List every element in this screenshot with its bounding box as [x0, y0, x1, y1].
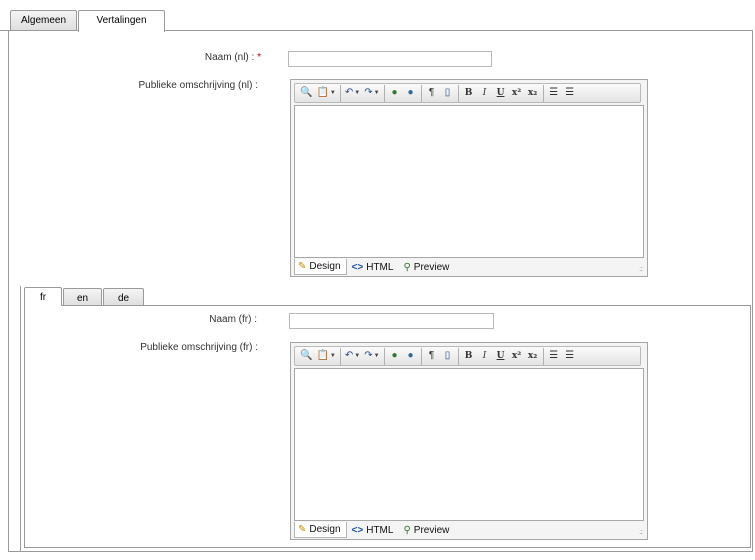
paragraph-icon[interactable]: ¶ — [425, 85, 439, 101]
magnifier-icon: ⚲ — [403, 524, 411, 536]
italic-icon[interactable]: I — [478, 348, 492, 364]
bold-icon[interactable]: B — [462, 348, 476, 364]
paste-icon[interactable]: 📋 ▼ — [315, 85, 336, 101]
italic-icon[interactable]: I — [478, 85, 492, 101]
tab-vertalingen-label: Vertalingen — [96, 15, 147, 26]
toolbar-separator — [542, 84, 544, 102]
tab-algemeen-label: Algemeen — [20, 15, 67, 26]
code-icon: <> — [351, 261, 364, 273]
toolbar-separator — [383, 347, 385, 365]
preview-mode-button[interactable]: ⚲ Preview — [400, 522, 454, 538]
bold-icon[interactable]: B — [462, 85, 476, 101]
design-mode-button[interactable]: ✎ Design — [294, 522, 347, 538]
html-mode-label: HTML — [366, 524, 394, 536]
pencil-icon: ✎ — [298, 524, 307, 535]
tab-vertalingen[interactable]: Vertalingen — [78, 10, 165, 32]
editor-mode-bar: ✎ Design <> HTML ⚲ Preview .:: — [294, 522, 644, 538]
required-marker: * — [257, 52, 261, 63]
subscript-icon[interactable]: x₂ — [526, 348, 540, 364]
name-fr-input[interactable] — [289, 313, 494, 329]
code-icon: <> — [351, 524, 364, 536]
editor-toolbar: 🔍 📋 ▼ ↶ ▼ ↷ ▼ ● ● ¶ ▯ B I U x² x₂ ☰ ☰ — [294, 346, 641, 366]
paste-icon[interactable]: 📋 ▼ — [315, 348, 336, 364]
description-nl-editor: 🔍 📋 ▼ ↶ ▼ ↷ ▼ ● ● ¶ ▯ B I U x² x₂ ☰ ☰ ✎ Des… — [290, 79, 648, 277]
superscript-icon[interactable]: x² — [510, 348, 524, 364]
description-fr-edit-area[interactable] — [294, 368, 644, 521]
preview-mode-label: Preview — [413, 261, 450, 273]
ordered-list-icon[interactable]: ☰ — [547, 85, 561, 101]
toolbar-separator — [339, 347, 341, 365]
html-mode-button[interactable]: <> HTML — [349, 259, 399, 275]
paste-dropdown-icon: ▼ — [329, 353, 336, 359]
description-fr-label: Publieke omschrijving (fr) : — [140, 342, 258, 353]
html-mode-label: HTML — [366, 261, 394, 273]
redo-icon[interactable]: ↷ ▼ — [363, 85, 380, 101]
name-nl-label-text: Naam (nl) : — [204, 52, 255, 63]
tab-lang-fr[interactable]: fr — [24, 287, 62, 306]
underline-icon[interactable]: U — [494, 85, 508, 101]
tab-lang-fr-label: fr — [39, 292, 47, 303]
toolbar-separator — [420, 84, 422, 102]
unlink-icon[interactable]: ● — [404, 85, 418, 101]
description-nl-edit-area[interactable] — [294, 105, 644, 258]
name-fr-label: Naam (fr) : — [209, 314, 257, 325]
html-mode-button[interactable]: <> HTML — [349, 522, 399, 538]
name-nl-label: Naam (nl) : * — [205, 52, 261, 63]
description-fr-editor: 🔍 📋 ▼ ↶ ▼ ↷ ▼ ● ● ¶ ▯ B I U x² x₂ ☰ ☰ ✎ Des… — [290, 342, 648, 540]
unordered-list-icon[interactable]: ☰ — [563, 348, 577, 364]
design-mode-label: Design — [309, 524, 341, 535]
toolbar-separator — [542, 347, 544, 365]
undo-icon[interactable]: ↶ ▼ — [344, 85, 361, 101]
name-nl-input[interactable] — [288, 51, 492, 67]
unlink-icon[interactable]: ● — [404, 348, 418, 364]
description-nl-label: Publieke omschrijving (nl) : — [138, 80, 259, 91]
undo-dropdown-icon: ▼ — [354, 90, 361, 96]
redo-dropdown-icon: ▼ — [373, 353, 380, 359]
tab-lang-de[interactable]: de — [103, 288, 144, 306]
toolbar-separator — [339, 84, 341, 102]
find-icon[interactable]: 🔍 — [299, 85, 313, 101]
link-icon[interactable]: ● — [388, 85, 402, 101]
preview-mode-label: Preview — [413, 524, 450, 536]
find-icon[interactable]: 🔍 — [299, 348, 313, 364]
resize-grip-icon[interactable]: .:: — [639, 529, 643, 536]
toolbar-separator — [383, 84, 385, 102]
insert-icon[interactable]: ▯ — [441, 85, 455, 101]
tab-lang-en[interactable]: en — [63, 288, 102, 306]
toolbar-separator — [457, 84, 459, 102]
editor-toolbar: 🔍 📋 ▼ ↶ ▼ ↷ ▼ ● ● ¶ ▯ B I U x² x₂ ☰ ☰ — [294, 83, 641, 103]
undo-dropdown-icon: ▼ — [354, 353, 361, 359]
unordered-list-icon[interactable]: ☰ — [563, 85, 577, 101]
preview-mode-button[interactable]: ⚲ Preview — [400, 259, 454, 275]
insert-icon[interactable]: ▯ — [441, 348, 455, 364]
redo-icon[interactable]: ↷ ▼ — [363, 348, 380, 364]
tab-lang-de-label: de — [117, 293, 130, 304]
toolbar-separator — [420, 347, 422, 365]
underline-icon[interactable]: U — [494, 348, 508, 364]
resize-grip-icon[interactable]: .:: — [639, 266, 643, 273]
ordered-list-icon[interactable]: ☰ — [547, 348, 561, 364]
design-mode-label: Design — [309, 261, 341, 272]
tab-algemeen[interactable]: Algemeen — [10, 10, 77, 31]
design-mode-button[interactable]: ✎ Design — [294, 259, 347, 275]
magnifier-icon: ⚲ — [403, 261, 411, 273]
link-icon[interactable]: ● — [388, 348, 402, 364]
editor-mode-bar: ✎ Design <> HTML ⚲ Preview .:: — [294, 259, 644, 275]
paste-dropdown-icon: ▼ — [329, 90, 336, 96]
subscript-icon[interactable]: x₂ — [526, 85, 540, 101]
redo-dropdown-icon: ▼ — [373, 90, 380, 96]
paragraph-icon[interactable]: ¶ — [425, 348, 439, 364]
superscript-icon[interactable]: x² — [510, 85, 524, 101]
tab-lang-en-label: en — [76, 293, 89, 304]
toolbar-separator — [457, 347, 459, 365]
undo-icon[interactable]: ↶ ▼ — [344, 348, 361, 364]
pencil-icon: ✎ — [298, 261, 307, 272]
